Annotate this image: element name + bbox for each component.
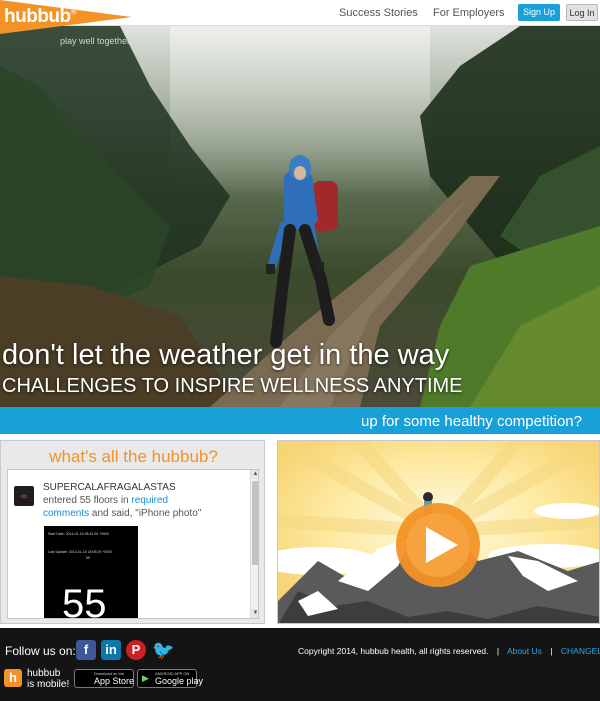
feed-list[interactable]: ∞ SUPERCALAFRAGALASTAS entered 55 floors… <box>7 469 259 619</box>
required-link[interactable]: required <box>131 495 168 506</box>
video-illustration <box>278 441 599 623</box>
footer-separator: | <box>550 646 553 656</box>
intro-video-panel[interactable] <box>277 440 600 624</box>
footer: Follow us on: f in P 🐦 Copyright 2014, h… <box>0 628 600 701</box>
success-stories-link[interactable]: Success Stories <box>339 7 418 19</box>
footer-separator: | <box>496 646 500 656</box>
hero-title: don't let the weather get in the way <box>2 339 450 371</box>
mobile-label: hubbub is mobile! <box>27 668 70 690</box>
google-play-button[interactable]: ▶ ANDROID APP ON Google play <box>137 669 203 688</box>
feed-photo[interactable]: Start Date: 2014-01-16 08:42:26 +0000 La… <box>44 526 138 619</box>
feed-username[interactable]: SUPERCALAFRAGALASTAS <box>43 482 176 493</box>
facebook-icon[interactable]: f <box>76 640 96 660</box>
scroll-thumb[interactable] <box>252 481 258 565</box>
copyright-line: Copyright 2014, hubbub health, all right… <box>298 646 600 656</box>
hubbub-mobile-icon: h <box>4 669 22 687</box>
changelog-link[interactable]: CHANGELOG <box>561 646 600 656</box>
logo-wordmark: hubbub® <box>4 6 77 27</box>
play-icon[interactable] <box>396 503 480 587</box>
twitter-icon[interactable]: 🐦 <box>152 640 174 660</box>
feed-title: what's all the hubbub? <box>49 447 218 466</box>
competition-bar: up for some healthy competition? <box>0 407 600 434</box>
scroll-up-arrow-icon[interactable]: ▲ <box>251 470 258 479</box>
feed-scrollbar[interactable]: ▲ ▼ <box>250 470 258 618</box>
tagline: play well together. <box>60 36 133 46</box>
app-store-button[interactable]: Download on the App Store <box>74 669 134 688</box>
hero-subtitle: CHALLENGES TO INSPIRE WELLNESS ANYTIME <box>2 375 463 397</box>
about-us-link[interactable]: About Us <box>507 646 542 656</box>
activity-feed-panel: what's all the hubbub? ∞ SUPERCALAFRAGAL… <box>0 440 265 624</box>
photo-number: 55 <box>62 582 107 619</box>
sign-up-button[interactable]: Sign Up <box>518 4 560 21</box>
avatar-glyph-icon: ∞ <box>20 491 28 501</box>
pinterest-icon[interactable]: P <box>126 640 146 660</box>
feed-text-line-1: entered 55 floors in required <box>43 495 169 506</box>
user-avatar[interactable]: ∞ <box>14 486 34 506</box>
linkedin-icon[interactable]: in <box>101 640 121 660</box>
for-employers-link[interactable]: For Employers <box>433 7 505 19</box>
scroll-down-arrow-icon[interactable]: ▼ <box>251 609 258 618</box>
competition-text[interactable]: up for some healthy competition? <box>361 413 582 430</box>
copyright-text: Copyright 2014, hubbub health, all right… <box>298 646 489 656</box>
comments-link[interactable]: comments <box>43 508 89 519</box>
log-in-button[interactable]: Log In <box>566 4 598 21</box>
google-play-icon: ▶ <box>142 673 149 683</box>
follow-us-label: Follow us on: <box>5 644 76 658</box>
hero-banner: don't let the weather get in the way CHA… <box>0 26 600 407</box>
feed-text-line-2: comments and said, "iPhone photo" <box>43 508 202 519</box>
